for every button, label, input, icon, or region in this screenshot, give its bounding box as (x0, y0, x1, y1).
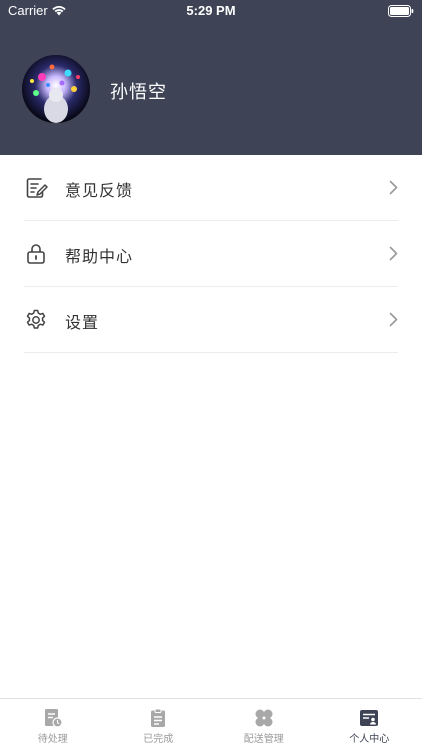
gear-icon (26, 309, 46, 329)
profile-card-icon (360, 710, 379, 726)
tab-completed[interactable]: 已完成 (106, 699, 212, 750)
menu-item-label: 意见反馈 (65, 181, 134, 200)
tab-label: 待处理 (37, 734, 68, 745)
feedback-icon (26, 178, 48, 198)
menu-item-settings[interactable]: 设置 (0, 287, 422, 353)
chevron-right-icon (389, 246, 398, 261)
tab-pending[interactable]: 待处理 (0, 699, 106, 750)
chevron-right-icon (389, 312, 398, 327)
avatar[interactable] (22, 55, 90, 123)
menu-item-help-center[interactable]: 帮助中心 (0, 221, 422, 287)
chevron-right-icon (389, 180, 398, 195)
status-bar: Carrier 5:29 PM (0, 0, 422, 24)
menu-item-feedback[interactable]: 意见反馈 (0, 155, 422, 221)
tab-delivery-management[interactable]: 配送管理 (211, 699, 317, 750)
tab-label: 已完成 (143, 734, 174, 745)
profile-menu: 意见反馈 帮助中心 设置 (0, 155, 422, 353)
clock: 5:29 PM (186, 3, 236, 18)
tab-bar: 待处理 已完成 配送管理 个人中心 (0, 698, 422, 750)
menu-item-label: 帮助中心 (65, 247, 134, 266)
divider (24, 352, 398, 353)
profile-header: Carrier 5:29 PM 孙悟空 (0, 0, 422, 155)
menu-item-label: 设置 (65, 313, 100, 332)
battery-icon (388, 5, 414, 17)
tab-profile-center[interactable]: 个人中心 (317, 699, 422, 750)
lock-icon (27, 244, 45, 264)
tab-label: 个人中心 (349, 734, 390, 745)
pending-icon (44, 709, 63, 728)
username: 孙悟空 (110, 82, 167, 103)
grid-icon (255, 709, 273, 727)
tab-label: 配送管理 (243, 734, 284, 745)
clipboard-icon (151, 708, 166, 727)
